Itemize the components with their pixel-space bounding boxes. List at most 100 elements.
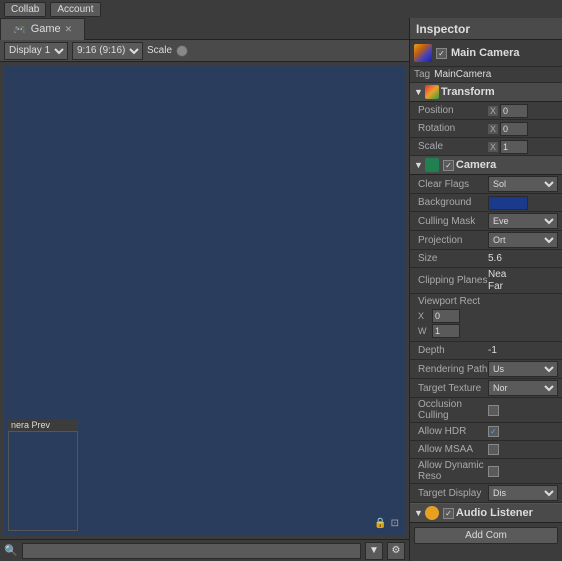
position-xyz: X [488, 104, 558, 118]
allow-msaa-checkbox[interactable] [488, 444, 499, 455]
camera-section-header[interactable]: ▼ Camera [410, 156, 562, 175]
game-viewport: nera Prev 🔒 ⊡ [4, 66, 405, 535]
game-tab[interactable]: 🎮 Game ✕ [0, 18, 85, 40]
depth-label: Depth [418, 345, 488, 356]
size-value[interactable]: 5.6 [488, 253, 558, 264]
rendering-path-row: Rendering Path Us [410, 360, 562, 379]
transform-icon [425, 85, 439, 99]
viewport-x-row: X [418, 309, 558, 323]
allow-msaa-label: Allow MSAA [418, 444, 488, 455]
vp-x-input[interactable] [432, 309, 460, 323]
scale-label: Scale [147, 45, 172, 56]
inspector-header: Inspector [410, 18, 562, 40]
display-select[interactable]: Display 1 [4, 42, 68, 60]
vp-x-label: X [418, 311, 430, 321]
projection-select[interactable]: Ort [488, 232, 558, 248]
allow-dynamic-checkbox[interactable] [488, 466, 499, 477]
main-layout: 🎮 Game ✕ Display 1 9:16 (9:16) Scale ner… [0, 18, 562, 561]
scale-row: Scale X [410, 138, 562, 156]
vp-w-label: W [418, 326, 430, 336]
camera-icon [425, 158, 439, 172]
rotation-label: Rotation [418, 123, 488, 134]
camera-preview-label: nera Prev [8, 419, 78, 431]
account-button[interactable]: Account [50, 2, 100, 17]
background-row: Background [410, 194, 562, 212]
size-label: Size [418, 253, 488, 264]
audio-arrow-icon: ▼ [414, 508, 423, 518]
pos-x-label: X [488, 106, 498, 116]
camera-enabled-checkbox[interactable] [443, 160, 454, 171]
object-header: Main Camera [410, 40, 562, 67]
target-display-row: Target Display Dis [410, 484, 562, 503]
game-toolbar: Display 1 9:16 (9:16) Scale [0, 40, 409, 62]
position-label: Position [418, 105, 488, 116]
allow-hdr-label: Allow HDR [418, 426, 488, 437]
occlusion-culling-row: Occlusion Culling [410, 398, 562, 423]
vp-w-input[interactable] [432, 324, 460, 338]
scale-xyz: X [488, 140, 558, 154]
scale-slider[interactable] [176, 45, 188, 57]
allow-msaa-row: Allow MSAA [410, 441, 562, 459]
clipping-near-value: Nea [488, 269, 506, 280]
clipping-far-value: Far [488, 281, 506, 292]
culling-mask-select[interactable]: Eve [488, 213, 558, 229]
background-color-picker[interactable] [488, 196, 528, 210]
depth-value[interactable]: -1 [488, 345, 558, 356]
object-icon [414, 44, 432, 62]
camera-arrow-icon: ▼ [414, 160, 423, 170]
inspector-panel: Inspector Main Camera Tag MainCamera ▼ T… [410, 18, 562, 561]
settings-button[interactable]: ⚙ [387, 542, 405, 560]
game-tabs: 🎮 Game ✕ [0, 18, 409, 40]
projection-label: Projection [418, 235, 488, 246]
rotation-xyz: X [488, 122, 558, 136]
projection-row: Projection Ort [410, 231, 562, 250]
target-texture-select[interactable]: Nor [488, 380, 558, 396]
occlusion-label: Occlusion Culling [418, 399, 488, 421]
audio-listener-header[interactable]: ▼ Audio Listener [410, 503, 562, 523]
lock-icon[interactable]: 🔒 [374, 518, 386, 529]
audio-enabled-checkbox[interactable] [443, 508, 454, 519]
position-row: Position X [410, 102, 562, 120]
clear-flags-select[interactable]: Sol [488, 176, 558, 192]
target-display-select[interactable]: Dis [488, 485, 558, 501]
background-label: Background [418, 197, 488, 208]
transform-arrow-icon: ▼ [414, 87, 423, 97]
clipping-label: Clipping Planes [418, 275, 488, 286]
scale-x-input[interactable] [500, 140, 528, 154]
rendering-select[interactable]: Us [488, 361, 558, 377]
occlusion-checkbox[interactable] [488, 405, 499, 416]
rotation-row: Rotation X [410, 120, 562, 138]
search-input[interactable] [22, 543, 361, 559]
scale-prop-label: Scale [418, 141, 488, 152]
tab-close-icon[interactable]: ✕ [65, 24, 73, 35]
game-panel: 🎮 Game ✕ Display 1 9:16 (9:16) Scale ner… [0, 18, 410, 561]
allow-hdr-checkbox[interactable] [488, 426, 499, 437]
collab-button[interactable]: Collab [4, 2, 46, 17]
viewport-w-row: W [418, 324, 558, 338]
clear-flags-label: Clear Flags [418, 179, 488, 190]
search-icon: 🔍 [4, 544, 18, 557]
audio-listener-title: Audio Listener [456, 507, 533, 519]
filter-button[interactable]: ▼ [365, 542, 383, 560]
clipping-planes-row: Clipping Planes Nea Far [410, 268, 562, 294]
rot-x-input[interactable] [500, 122, 528, 136]
size-row: Size 5.6 [410, 250, 562, 268]
rot-x-label: X [488, 124, 498, 134]
culling-mask-label: Culling Mask [418, 216, 488, 227]
maximize-icon[interactable]: ⊡ [391, 518, 399, 529]
transform-section-header[interactable]: ▼ Transform [410, 83, 562, 102]
add-component-button[interactable]: Add Com [414, 527, 558, 544]
object-enabled-checkbox[interactable] [436, 48, 447, 59]
resolution-select[interactable]: 9:16 (9:16) [72, 42, 143, 60]
tag-row: Tag MainCamera [410, 67, 562, 83]
pos-x-input[interactable] [500, 104, 528, 118]
viewport-label: Viewport Rect [418, 296, 558, 307]
depth-row: Depth -1 [410, 342, 562, 360]
camera-preview-view [8, 431, 78, 531]
tag-value[interactable]: MainCamera [434, 69, 491, 80]
tab-label: Game [31, 23, 61, 35]
transform-title: Transform [441, 86, 495, 98]
inspector-title: Inspector [416, 22, 470, 36]
tab-icon: 🎮 [13, 23, 27, 36]
object-name: Main Camera [451, 47, 519, 59]
